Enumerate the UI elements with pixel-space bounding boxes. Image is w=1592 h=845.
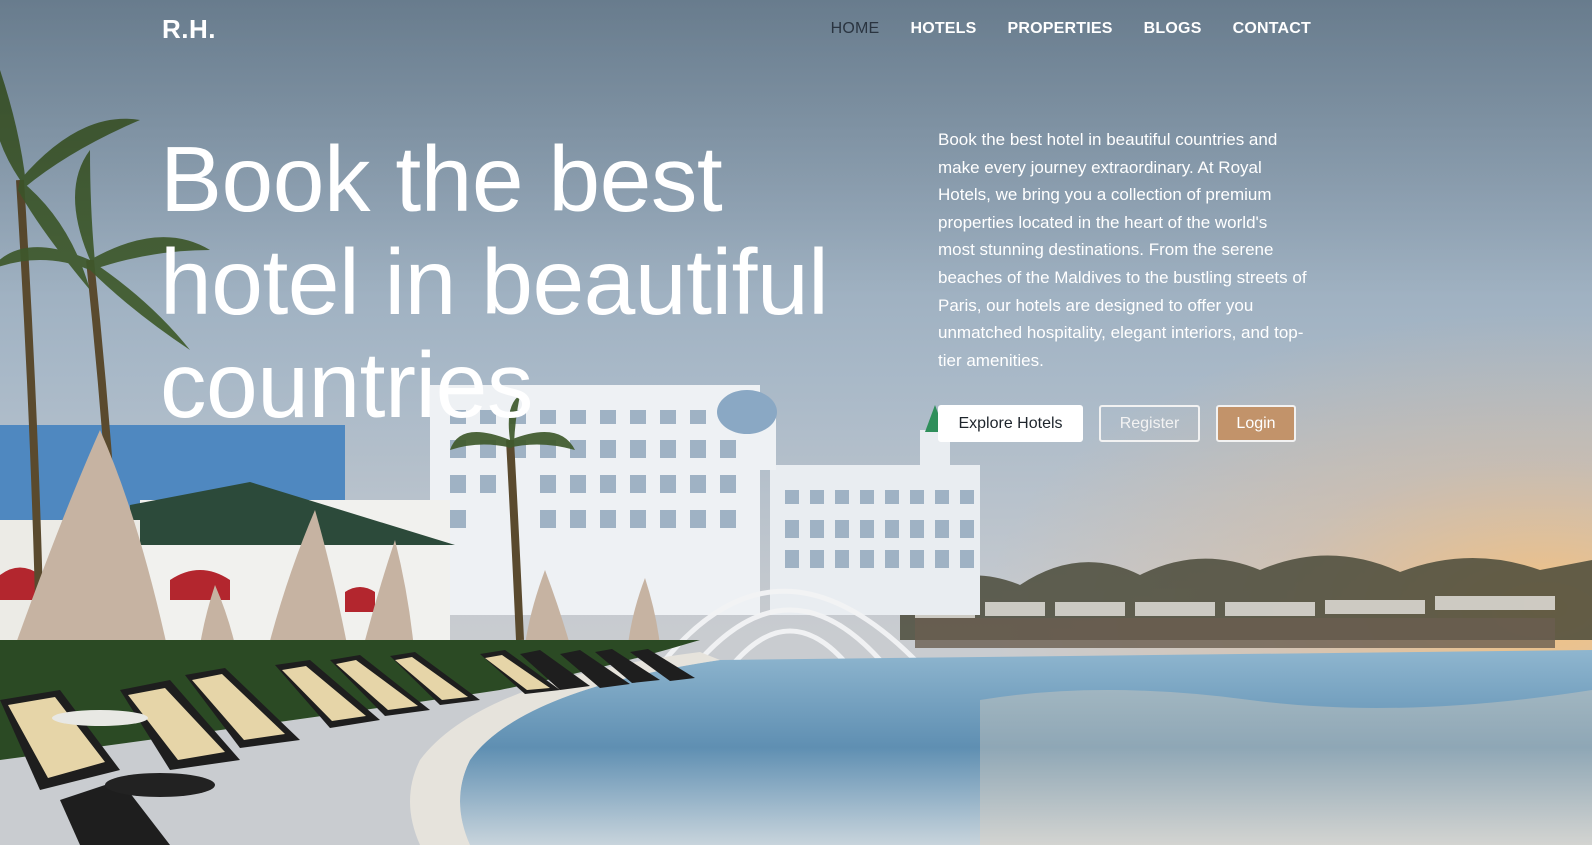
site-logo[interactable]: R.H. xyxy=(162,14,216,45)
hero-description: Book the best hotel in beautiful countri… xyxy=(938,130,1307,370)
nav-item-hotels: HOTELS xyxy=(910,20,976,38)
explore-hotels-button[interactable]: Explore Hotels xyxy=(938,405,1083,442)
hero-actions: Explore Hotels Register Login xyxy=(938,405,1296,442)
nav-link-blogs[interactable]: BLOGS xyxy=(1144,20,1202,37)
login-button[interactable]: Login xyxy=(1216,405,1296,442)
register-button[interactable]: Register xyxy=(1099,405,1200,442)
hero-headline-line-2: hotel in beautiful xyxy=(160,230,829,334)
nav-item-properties: PROPERTIES xyxy=(1008,20,1113,38)
nav-link-contact[interactable]: CONTACT xyxy=(1233,20,1311,37)
hero-headline-line-3: countries xyxy=(160,333,533,437)
nav-link-properties[interactable]: PROPERTIES xyxy=(1008,20,1113,37)
nav-link-hotels[interactable]: HOTELS xyxy=(910,20,976,37)
nav-item-contact: CONTACT xyxy=(1233,20,1311,38)
nav-link-home[interactable]: HOME xyxy=(831,20,880,37)
hero-headline: Book the best hotel in beautiful countri… xyxy=(160,128,920,437)
nav-item-home: HOME xyxy=(831,20,880,38)
nav-item-blogs: BLOGS xyxy=(1144,20,1202,38)
hero-headline-line-1: Book the best xyxy=(160,127,723,231)
main-navigation: HOME HOTELS PROPERTIES BLOGS CONTACT xyxy=(831,20,1311,38)
